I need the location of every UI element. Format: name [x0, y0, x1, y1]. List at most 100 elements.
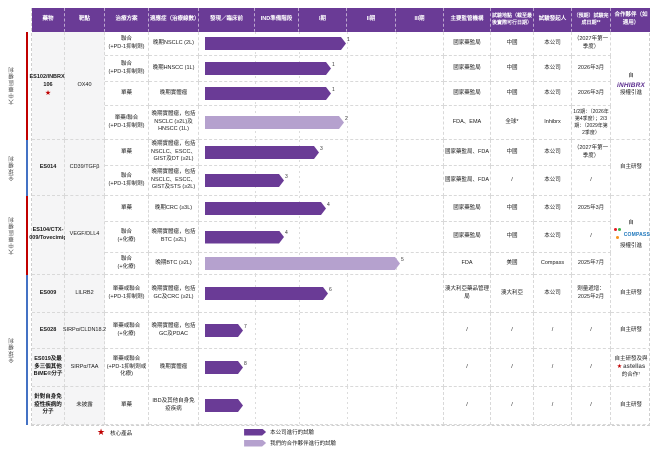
phase-bar-company — [205, 324, 243, 337]
location-cell: 中國 — [491, 140, 534, 166]
milestone-cell: 劑量遞增：2025年2月 — [572, 275, 611, 313]
footnote-number: 1 — [332, 61, 335, 68]
location-cell: 中國 — [491, 222, 534, 253]
indication-cell: 晚期實體瘤 — [149, 349, 199, 387]
footnote-number: 1 — [332, 86, 335, 93]
col-header-sponsor: 試驗發起人 — [534, 8, 572, 32]
indication-cell: 晚期實體瘤，包括GC及PDAC — [149, 313, 199, 349]
regimen-cell: 單藥 — [105, 140, 149, 166]
legend-partner-label: 我們的合作夥伴進行的試驗 — [270, 441, 337, 447]
footnote-number: 4 — [327, 201, 330, 208]
regulator-cell: 國家藥監局 — [444, 32, 491, 56]
col-header-partner: 合作夥伴（如適用） — [611, 8, 650, 32]
regimen-cell: 單藥 — [105, 196, 149, 222]
astellas-logo: astellas — [623, 364, 646, 371]
indication-cell: 晚期實體瘤，包括GC及CRC (≥2L) — [149, 275, 199, 313]
location-cell: / — [491, 349, 534, 387]
phase-bar-zone: 4 — [199, 196, 444, 222]
sponsor-cell: / — [534, 387, 572, 425]
target-autoimmune: 未披露 — [65, 387, 105, 425]
col-header-phase1: I期 — [299, 8, 347, 32]
compass-logo-dots-icon — [612, 227, 624, 242]
pipeline-chart: 大中華區權利 全球權利 大中華區權利 全球權利 藥物 靶點 治療方案 適應症（治… — [0, 0, 650, 451]
regulator-cell: 國家藥監局、FDA — [444, 140, 491, 166]
drug-name-es019: ES019及最多三個其他BiME®分子 — [32, 349, 65, 387]
phase-bar-zone: 5 — [199, 253, 444, 275]
milestone-cell: 2026年3月 — [572, 82, 611, 106]
milestone-cell: 2025年3月 — [572, 196, 611, 222]
indication-cell: 晚期實體瘤，包括BTC (≥2L) — [149, 222, 199, 253]
phase-bar-zone: 1 — [199, 32, 444, 56]
rights-label: 大中華區權利 — [9, 216, 15, 255]
pipeline-table: 藥物 靶點 治療方案 適應症（治療線數） 發現／臨床前 IND準備階段 I期 I… — [29, 8, 650, 426]
drug-name-es102: ES102/INBRX-106 ★ — [30, 32, 67, 140]
rights-rail-global-2 — [26, 275, 28, 425]
col-header-regimen: 治療方案 — [105, 8, 149, 32]
indication-cell: 晚期HNSCC (1L) — [149, 56, 199, 82]
location-cell: 中國 — [491, 196, 534, 222]
partner-text: 自 — [628, 219, 634, 226]
col-header-phase2: II期 — [347, 8, 396, 32]
sponsor-cell: / — [534, 349, 572, 387]
milestone-cell: / — [572, 313, 611, 349]
indication-cell: 晚期實體瘤 — [149, 82, 199, 106]
drug-name-es009: ES009 — [32, 275, 65, 313]
milestone-cell: （2027年第一季度） — [572, 32, 611, 56]
indication-cell: 晚期NSCLC (2L) — [149, 32, 199, 56]
sponsor-cell: 本公司 — [534, 32, 572, 56]
col-header-discovery: 發現／臨床前 — [199, 8, 255, 32]
regimen-cell: 聯合 (+PD-1抑制劑) — [105, 56, 149, 82]
regimen-cell: 聯合 (+PD-1抑制劑) — [105, 32, 149, 56]
phase-bar-zone: 8 — [199, 349, 444, 387]
regimen-cell: 聯合 (+化療) — [105, 253, 149, 275]
legend-company-bar-icon — [244, 429, 266, 436]
phase-bar-zone: 3 — [199, 166, 444, 196]
partner-es009: 自主研發 — [611, 275, 650, 313]
milestone-cell: / — [572, 387, 611, 425]
col-header-target: 靶點 — [65, 8, 105, 32]
core-product-star-icon: ★ — [44, 89, 52, 97]
rights-rail-global-1 — [26, 140, 28, 196]
regulator-cell: 國家藥監局 — [444, 196, 491, 222]
footnote-number: 7 — [244, 323, 247, 330]
phase-bar-zone — [199, 387, 444, 425]
col-header-indication: 適應症（治療線數） — [149, 8, 200, 32]
phase-bar-zone: 3 — [199, 140, 444, 166]
regulator-cell: 國家藥監局 — [444, 56, 491, 82]
target-es104: VEGF/DLL4 — [65, 196, 105, 275]
sponsor-cell: 本公司 — [534, 196, 572, 222]
milestone-cell: / — [572, 222, 611, 253]
col-header-drug: 藥物 — [32, 8, 65, 32]
regulator-cell: 澳大利亞藥品管理局 — [444, 275, 491, 313]
footnote-number: 1 — [347, 36, 350, 43]
regimen-cell: 單藥 — [105, 387, 149, 425]
location-cell: 澳大利亞 — [491, 275, 534, 313]
sponsor-cell: / — [534, 313, 572, 349]
phase-bar-zone: 2 — [199, 106, 444, 140]
phase-bar-zone: 7 — [199, 313, 444, 349]
phase-bar-zone: 6 — [199, 275, 444, 313]
phase-bar-company — [205, 202, 326, 215]
location-cell: / — [491, 166, 534, 196]
partner-text: 的合作⁷ — [621, 371, 641, 378]
target-es102: OX40 — [65, 32, 105, 140]
phase-bar-company — [205, 361, 243, 374]
location-cell: 全球* — [491, 106, 534, 140]
regulator-cell: 國家藥監局 — [444, 222, 491, 253]
phase-bar-partner — [205, 257, 400, 270]
partner-es104: 自 COMPASS 授權引進 — [611, 196, 650, 275]
phase-bar-zone: 1 — [199, 56, 444, 82]
partner-es014: 自主研發 — [611, 140, 650, 196]
indication-cell: 晚期實體瘤，包括NSCLC、ESCC、GIST及STS (≥2L) — [149, 166, 199, 196]
location-cell: 美國 — [491, 253, 534, 275]
phase-bar-company — [205, 37, 346, 50]
drug-name-es104: ES104/CTX-009/Tovecimig — [29, 196, 67, 275]
col-header-ind: IND準備階段 — [255, 8, 299, 32]
partner-es028: 自主研發 — [611, 313, 650, 349]
milestone-cell: 2025年7月 — [572, 253, 611, 275]
sponsor-cell: 本公司 — [534, 140, 572, 166]
regimen-cell: 聯合 (+化療) — [105, 222, 149, 253]
sponsor-cell: Compass — [534, 253, 572, 275]
indication-cell: 晚期實體瘤，包括NSCLC (≥2L)及HNSCC (1L) — [149, 106, 199, 140]
milestone-cell: （2027年第一季度） — [572, 140, 611, 166]
